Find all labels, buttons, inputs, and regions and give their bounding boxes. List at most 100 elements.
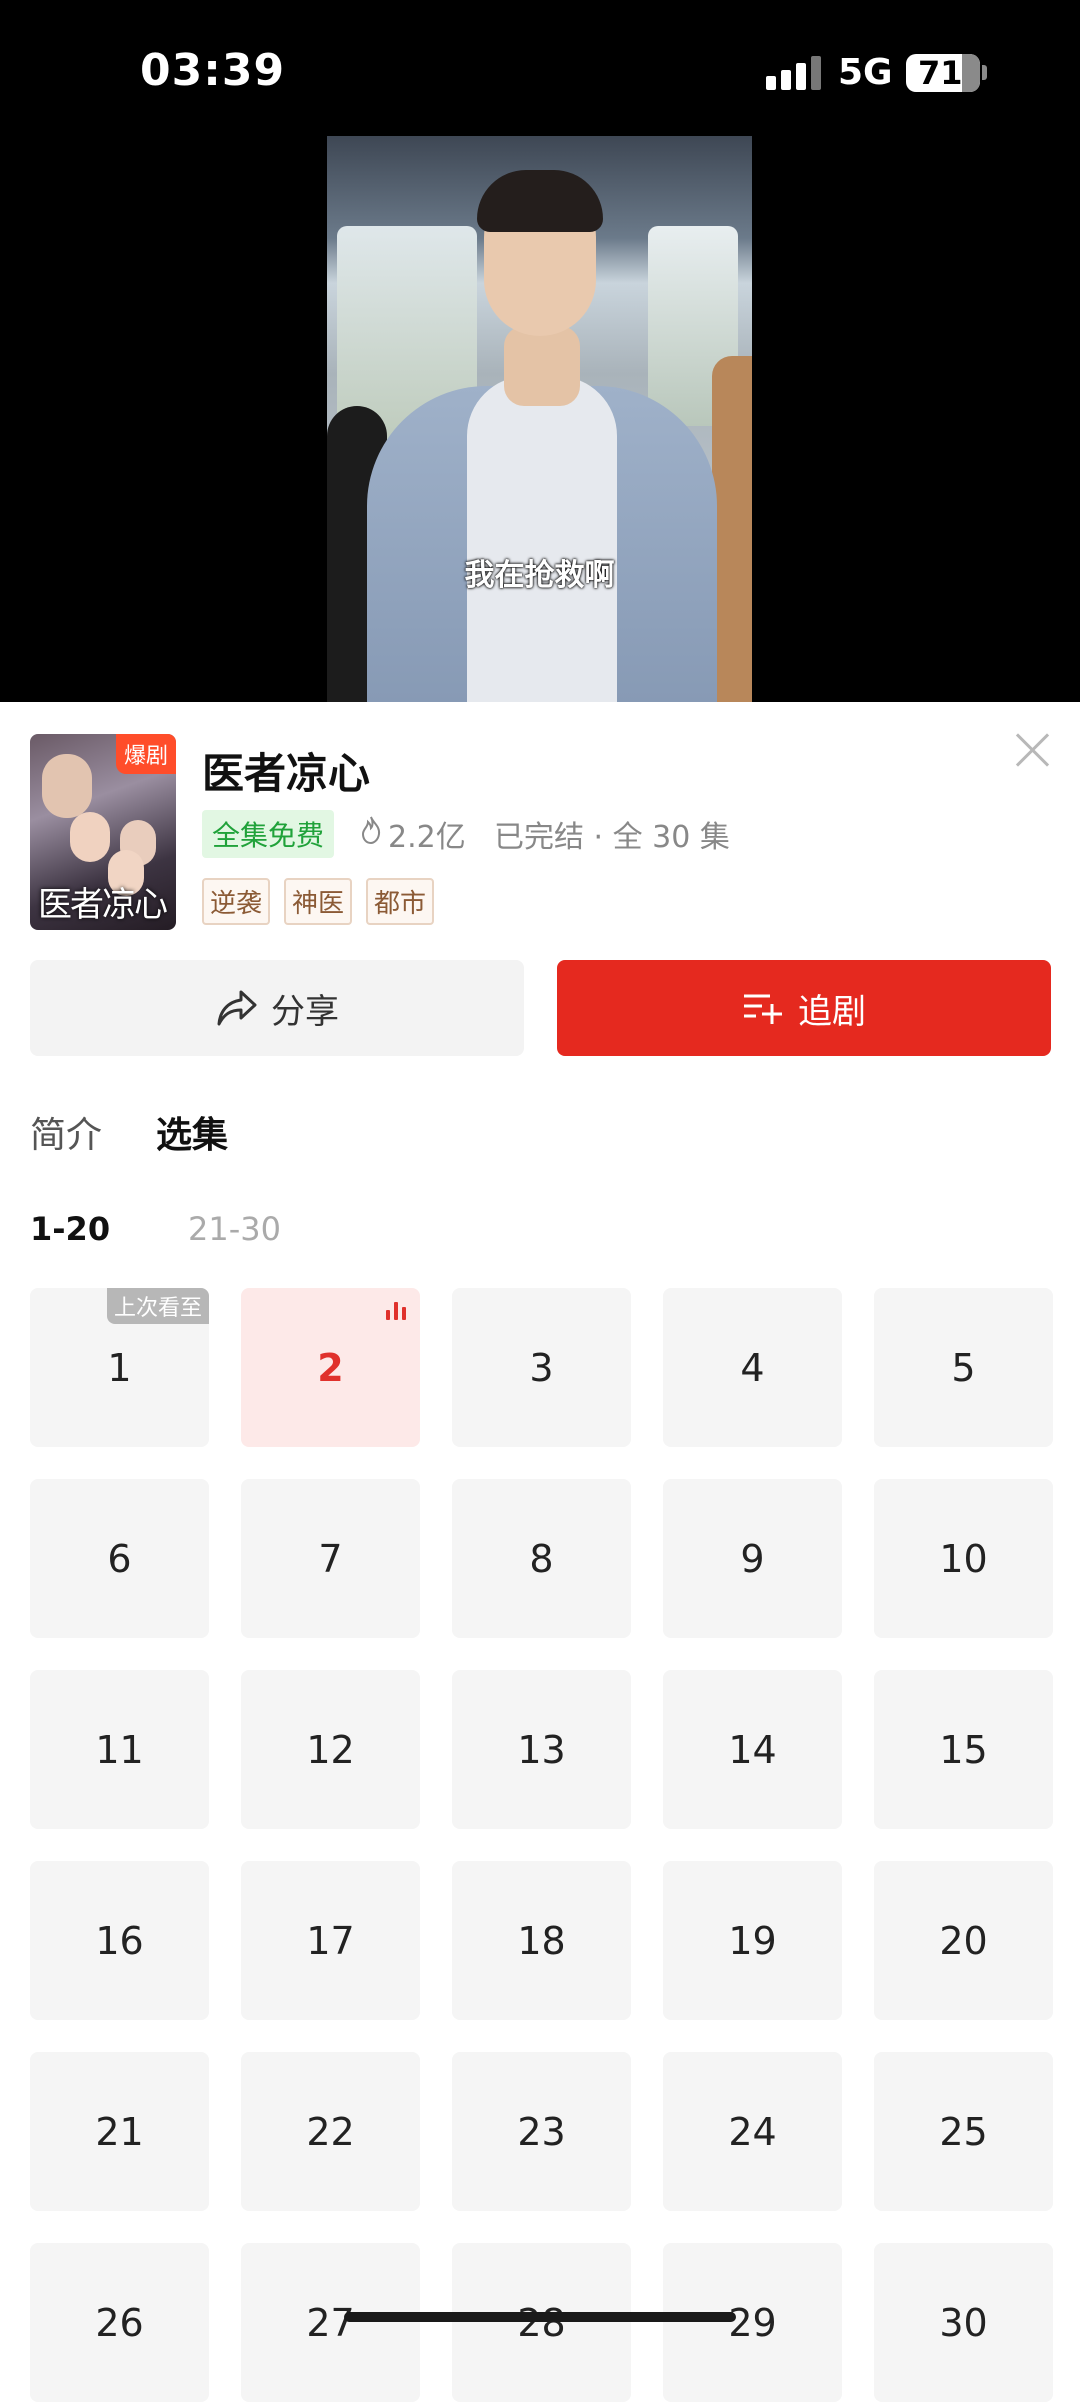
episode-number: 10 bbox=[939, 1536, 988, 1581]
episode-number: 23 bbox=[517, 2109, 566, 2154]
episode-item[interactable]: 8 bbox=[452, 1479, 631, 1638]
episode-number: 11 bbox=[95, 1727, 144, 1772]
share-button[interactable]: 分享 bbox=[30, 960, 524, 1056]
episode-number: 14 bbox=[728, 1727, 777, 1772]
episode-item[interactable]: 29 bbox=[663, 2243, 842, 2402]
episode-item[interactable]: 25 bbox=[874, 2052, 1053, 2211]
episode-item[interactable]: 22 bbox=[241, 2052, 420, 2211]
episode-item[interactable]: 10 bbox=[874, 1479, 1053, 1638]
tab-intro[interactable]: 简介 bbox=[30, 1106, 102, 1158]
episode-item-current[interactable]: 2 bbox=[241, 1288, 420, 1447]
episode-item[interactable]: 6 bbox=[30, 1479, 209, 1638]
episode-number: 27 bbox=[306, 2300, 355, 2345]
episode-item[interactable]: 28 bbox=[452, 2243, 631, 2402]
episode-sheet: 爆剧 医者凉心 医者凉心 全集免费 2.2亿 已完结 · 全 30 集 逆袭 神… bbox=[0, 702, 1080, 2402]
last-watched-badge: 上次看至 bbox=[106, 1288, 209, 1324]
actor-neck bbox=[504, 326, 580, 406]
episode-number: 1 bbox=[107, 1345, 132, 1390]
heat-count: 2.2亿 bbox=[388, 820, 466, 855]
home-indicator[interactable] bbox=[344, 2312, 736, 2322]
episode-number: 26 bbox=[95, 2300, 144, 2345]
episode-item[interactable]: 4 bbox=[663, 1288, 842, 1447]
episode-grid: 上次看至 1 2 3 4 5 6 7 8 9 10 11 12 13 14 15… bbox=[30, 1288, 1053, 2402]
episode-number: 8 bbox=[529, 1536, 554, 1581]
episode-item[interactable]: 13 bbox=[452, 1670, 631, 1829]
drama-title: 医者凉心 bbox=[202, 749, 371, 798]
episode-number: 13 bbox=[517, 1727, 566, 1772]
share-label: 分享 bbox=[271, 991, 339, 1032]
episode-item[interactable]: 23 bbox=[452, 2052, 631, 2211]
episode-item[interactable]: 26 bbox=[30, 2243, 209, 2402]
episode-item[interactable]: 17 bbox=[241, 1861, 420, 2020]
episode-item[interactable]: 14 bbox=[663, 1670, 842, 1829]
episode-number: 12 bbox=[306, 1727, 355, 1772]
episode-item[interactable]: 20 bbox=[874, 1861, 1053, 2020]
signal-icon bbox=[766, 56, 822, 90]
free-badge: 全集免费 bbox=[202, 810, 335, 858]
episode-item[interactable]: 21 bbox=[30, 2052, 209, 2211]
network-label: 5G bbox=[838, 52, 893, 93]
episode-number: 2 bbox=[317, 1345, 344, 1390]
poster-figure bbox=[70, 812, 110, 862]
episode-number: 21 bbox=[95, 2109, 144, 2154]
close-icon[interactable] bbox=[1014, 732, 1050, 768]
episode-item[interactable]: 18 bbox=[452, 1861, 631, 2020]
episode-item[interactable]: 16 bbox=[30, 1861, 209, 2020]
drama-status: 已完结 · 全 30 集 bbox=[494, 820, 730, 855]
episode-number: 9 bbox=[740, 1536, 765, 1581]
episode-number: 24 bbox=[728, 2109, 777, 2154]
actor-tshirt bbox=[467, 376, 617, 702]
episode-number: 29 bbox=[728, 2300, 777, 2345]
episode-item[interactable]: 24 bbox=[663, 2052, 842, 2211]
video-subtitle: 我在抢救啊 bbox=[464, 558, 615, 593]
flame-icon bbox=[361, 816, 381, 845]
episode-number: 25 bbox=[939, 2109, 988, 2154]
scene-person bbox=[712, 356, 752, 702]
tag-item[interactable]: 神医 bbox=[284, 878, 353, 925]
poster-hot-badge: 爆剧 bbox=[115, 734, 176, 774]
episode-item[interactable]: 3 bbox=[452, 1288, 631, 1447]
episode-item[interactable]: 30 bbox=[874, 2243, 1053, 2402]
share-icon bbox=[217, 990, 257, 1026]
episode-number: 22 bbox=[306, 2109, 355, 2154]
episode-item[interactable]: 5 bbox=[874, 1288, 1053, 1447]
battery-tip bbox=[982, 65, 987, 80]
episode-item[interactable]: 7 bbox=[241, 1479, 420, 1638]
follow-label: 追剧 bbox=[798, 991, 866, 1032]
episode-number: 7 bbox=[318, 1536, 343, 1581]
episode-item[interactable]: 上次看至 1 bbox=[30, 1288, 209, 1447]
video-player[interactable]: 03:39 5G 71 我在抢救啊 bbox=[0, 0, 1080, 702]
episode-number: 5 bbox=[951, 1345, 976, 1390]
episode-item[interactable]: 27 bbox=[241, 2243, 420, 2402]
video-frame[interactable]: 我在抢救啊 bbox=[327, 136, 752, 702]
tag-item[interactable]: 逆袭 bbox=[202, 878, 271, 925]
episode-item[interactable]: 19 bbox=[663, 1861, 842, 2020]
episode-number: 18 bbox=[517, 1918, 566, 1963]
episode-item[interactable]: 9 bbox=[663, 1479, 842, 1638]
drama-poster[interactable]: 爆剧 医者凉心 bbox=[30, 734, 176, 930]
episode-number: 30 bbox=[939, 2300, 988, 2345]
actor-hair bbox=[477, 170, 603, 232]
episode-number: 15 bbox=[939, 1727, 988, 1772]
episode-item[interactable]: 12 bbox=[241, 1670, 420, 1829]
follow-button[interactable]: 追剧 bbox=[557, 960, 1051, 1056]
poster-title: 医者凉心 bbox=[38, 885, 168, 925]
episode-item[interactable]: 15 bbox=[874, 1670, 1053, 1829]
tab-episodes[interactable]: 选集 bbox=[156, 1106, 228, 1158]
tag-list: 逆袭 神医 都市 bbox=[202, 878, 435, 925]
episode-number: 28 bbox=[517, 2300, 566, 2345]
playing-icon bbox=[386, 1302, 408, 1320]
battery-level: 71 bbox=[918, 54, 963, 92]
episode-number: 6 bbox=[107, 1536, 132, 1581]
poster-figure bbox=[42, 754, 92, 818]
episode-number: 19 bbox=[728, 1918, 777, 1963]
range-tab-1-20[interactable]: 1-20 bbox=[30, 1210, 110, 1248]
status-time: 03:39 bbox=[140, 45, 286, 96]
range-tab-21-30[interactable]: 21-30 bbox=[188, 1210, 281, 1248]
episode-number: 4 bbox=[740, 1345, 765, 1390]
tag-item[interactable]: 都市 bbox=[366, 878, 435, 925]
battery-icon: 71 bbox=[906, 54, 980, 92]
add-to-list-icon bbox=[744, 994, 782, 1024]
episode-number: 17 bbox=[306, 1918, 355, 1963]
episode-item[interactable]: 11 bbox=[30, 1670, 209, 1829]
